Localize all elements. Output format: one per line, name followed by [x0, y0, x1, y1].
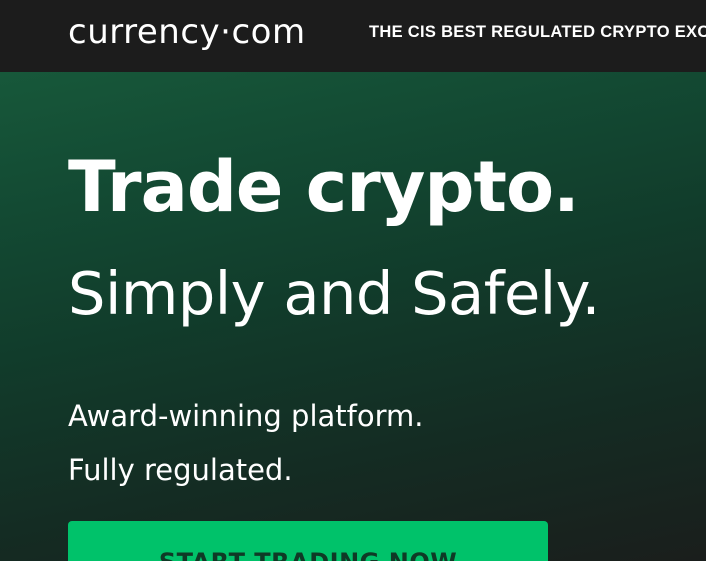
feature-award-winning: Award-winning platform. — [68, 399, 424, 433]
hero-subheadline: Simply and Safely. — [68, 259, 600, 328]
top-header: currency·com THE CIS BEST REGULATED CRYP… — [0, 0, 706, 72]
header-tagline: THE CIS BEST REGULATED CRYPTO EXCHANGE — [369, 23, 706, 41]
hero-headline: Trade crypto. — [68, 146, 580, 228]
feature-regulated: Fully regulated. — [68, 453, 293, 487]
currency-com-logo[interactable]: currency·com — [68, 10, 306, 54]
start-trading-label: START TRADING NOW — [68, 547, 548, 561]
start-trading-button[interactable]: START TRADING NOW — [68, 521, 548, 561]
hero-section: Trade crypto. Simply and Safely. Award-w… — [0, 72, 706, 561]
